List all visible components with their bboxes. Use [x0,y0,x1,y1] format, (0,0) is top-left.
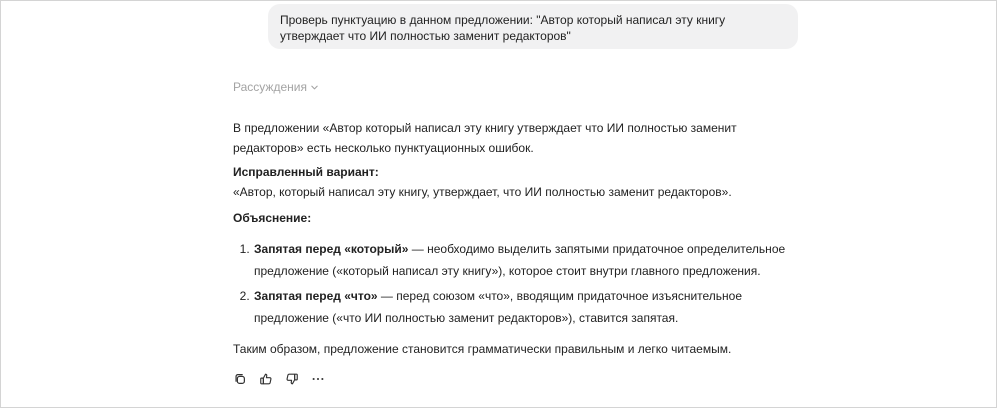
user-message-text: Проверь пунктуацию в данном предложении:… [280,13,726,43]
reasoning-label: Рассуждения [233,80,307,94]
corrected-heading: Исправленный вариант: [233,165,379,179]
explanation-list: Запятая перед «который» — необходимо выд… [233,238,793,329]
user-message-bubble: Проверь пунктуацию в данном предложении:… [268,4,798,49]
point-2-bold: Запятая перед «что» [254,289,378,303]
explanation-heading: Объяснение: [233,211,312,225]
assistant-answer: В предложении «Автор который написал эту… [233,118,793,359]
chevron-down-icon [311,85,318,89]
point-1-bold: Запятая перед «который» [254,242,409,256]
corrected-text: «Автор, который написал эту книгу, утвер… [233,185,732,199]
thumbs-up-icon[interactable] [258,371,274,387]
thumbs-down-icon[interactable] [284,371,300,387]
reasoning-toggle[interactable]: Рассуждения [233,80,319,94]
explanation-point-1: Запятая перед «который» — необходимо выд… [253,238,793,282]
answer-intro: В предложении «Автор который написал эту… [233,121,737,155]
copy-icon[interactable] [232,371,248,387]
answer-conclusion: Таким образом, предложение становится гр… [233,342,732,356]
explanation-point-2: Запятая перед «что» — перед союзом «что»… [253,285,793,329]
more-icon[interactable] [310,371,326,387]
message-actions [232,371,326,387]
